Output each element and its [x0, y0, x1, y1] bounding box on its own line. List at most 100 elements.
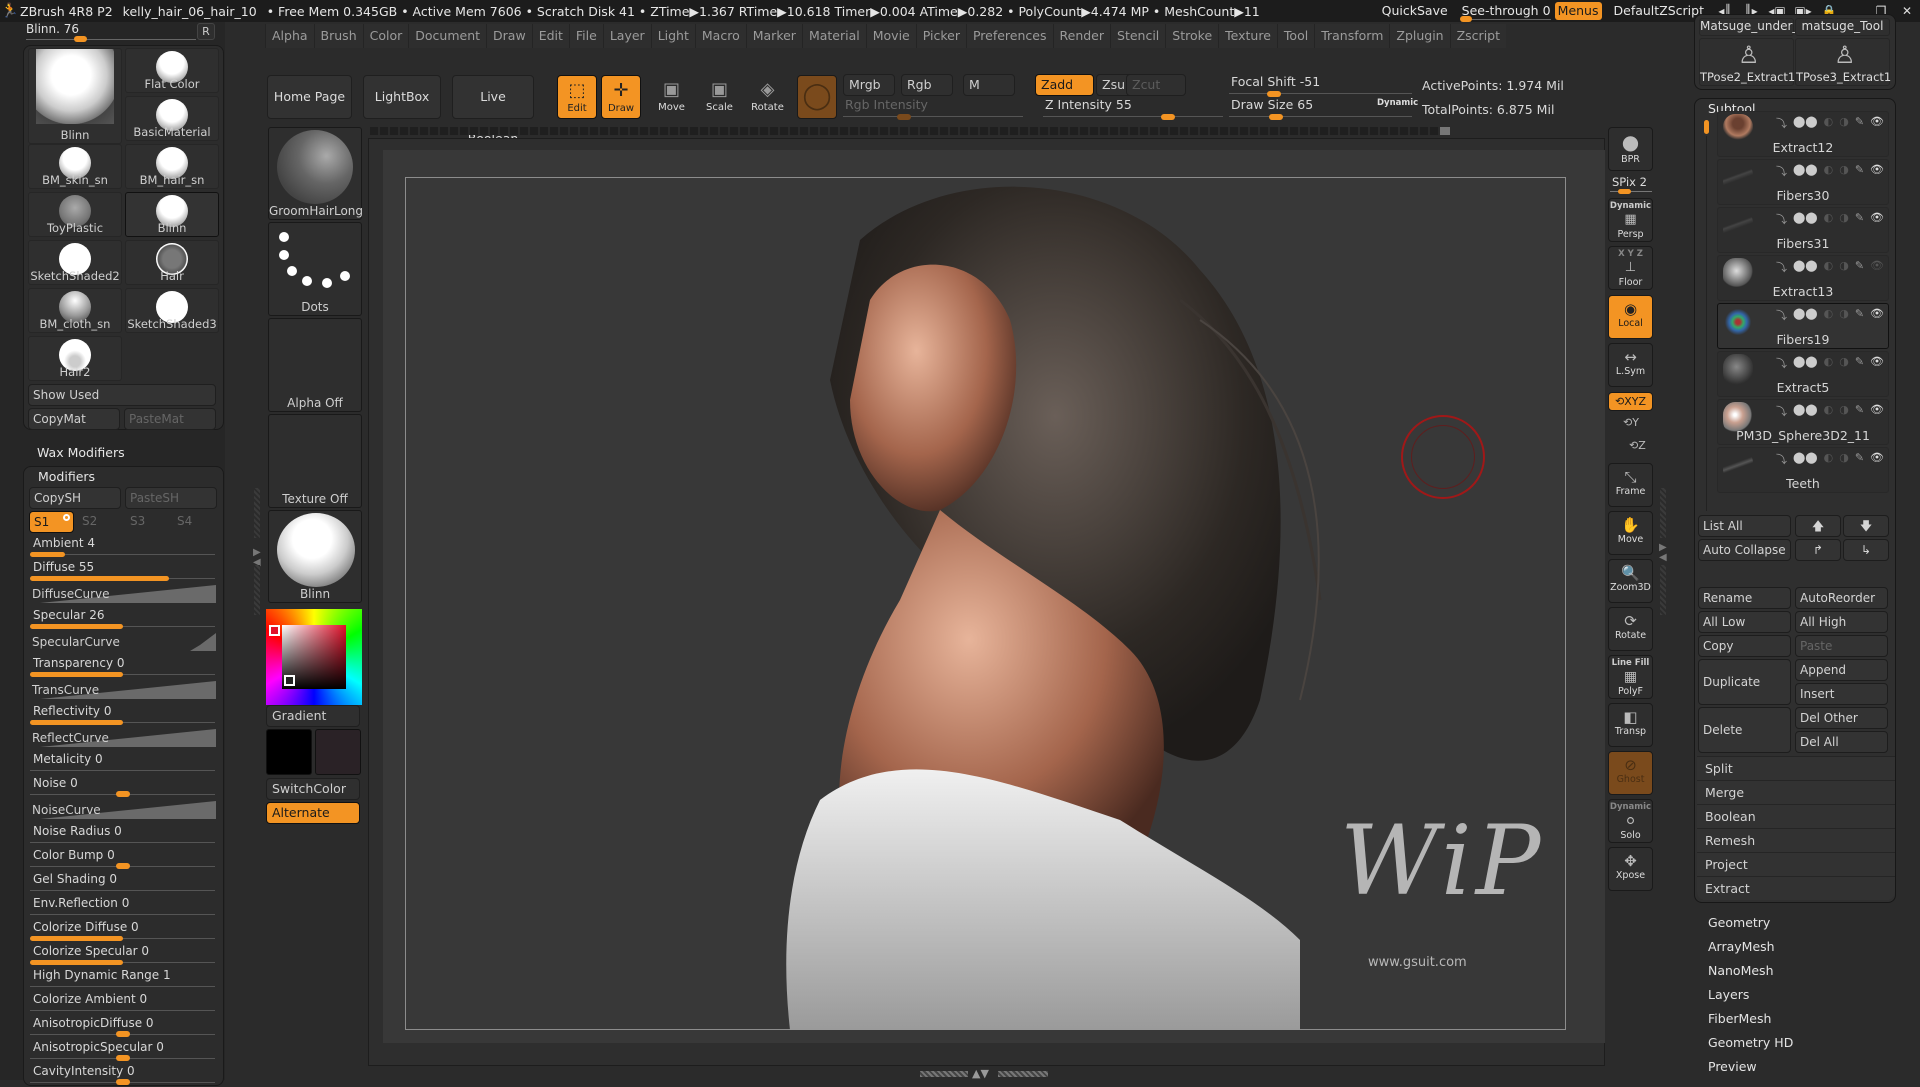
boolean-toggle-icon[interactable]: ◑ — [1839, 211, 1849, 227]
menu-light[interactable]: Light — [650, 24, 695, 48]
modifier-slider[interactable]: High Dynamic Range 1 — [30, 967, 215, 991]
shader-s2-button[interactable]: S2 — [78, 511, 123, 533]
material-tile[interactable]: SketchShaded3 — [125, 288, 219, 333]
subtool-item[interactable]: ⤵ ⬤⬤ ◐ ◑ ✎ 👁 Extract5 — [1717, 351, 1889, 397]
menu-picker[interactable]: Picker — [915, 24, 966, 48]
visibility-eye-icon[interactable]: 👁 — [1870, 211, 1884, 227]
del-all-button[interactable]: Del All — [1795, 731, 1888, 753]
menu-movie[interactable]: Movie — [865, 24, 916, 48]
brush-lock-icon[interactable]: ✎ — [1855, 451, 1864, 467]
curve-editor[interactable]: TransCurve — [30, 679, 216, 701]
extract-section[interactable]: Extract — [1697, 876, 1895, 900]
slider-fill[interactable] — [30, 576, 169, 581]
main-color-marker[interactable] — [269, 625, 280, 636]
boolean-toggle-icon[interactable]: ◑ — [1839, 115, 1849, 131]
visibility-eye-icon[interactable]: 👁 — [1870, 115, 1884, 131]
rotate-mode-button[interactable]: ◈ Rotate — [745, 75, 790, 119]
visibility-eye-icon[interactable]: 👁 — [1870, 355, 1884, 371]
brush-lock-icon[interactable]: ✎ — [1855, 115, 1864, 131]
modifier-slider[interactable]: Env.Reflection 0 — [30, 895, 215, 919]
modifier-slider[interactable]: AnisotropicDiffuse 0 — [30, 1015, 215, 1039]
layers-menu[interactable]: Layers — [1708, 987, 1749, 1002]
copy-mat-button[interactable]: CopyMat — [28, 408, 120, 430]
boolean-toggle-icon[interactable]: ◑ — [1839, 259, 1849, 275]
brush-lock-icon[interactable]: ✎ — [1855, 403, 1864, 419]
gyro-button[interactable]: ◯ — [797, 75, 837, 119]
copy-sh-button[interactable]: CopySH — [29, 487, 121, 509]
solo-button[interactable]: Dynamic ⚪ Solo — [1608, 799, 1653, 843]
folder-arrow-icon[interactable]: ⤵ — [1776, 307, 1787, 323]
polypaint-toggle-icon[interactable]: ⬤⬤ — [1793, 451, 1818, 467]
modifier-slider[interactable]: Gel Shading 0 — [30, 871, 215, 895]
material-toggle-icon[interactable]: ◐ — [1824, 307, 1834, 323]
brush-lock-icon[interactable]: ✎ — [1855, 307, 1864, 323]
left-tray-grip[interactable] — [254, 488, 260, 538]
mrgb-button[interactable]: Mrgb — [843, 74, 895, 96]
visibility-eye-icon[interactable]: 👁 — [1870, 451, 1884, 467]
tool-thumb[interactable]: ♙ TPose2_Extract1 — [1699, 38, 1795, 86]
rgb-intensity-slider[interactable]: Rgb Intensity — [843, 97, 1023, 121]
menu-render[interactable]: Render — [1052, 24, 1111, 48]
slider-knob[interactable] — [115, 1055, 130, 1061]
curve-editor[interactable]: SpecularCurve — [30, 631, 216, 653]
material-toggle-icon[interactable]: ◐ — [1824, 115, 1834, 131]
arraymesh-menu[interactable]: ArrayMesh — [1708, 939, 1775, 954]
timeline-scrollbar[interactable] — [370, 127, 1450, 135]
tool-thumb[interactable]: matsuge_Tool — [1795, 18, 1890, 36]
subtool-item[interactable]: ⤵ ⬤⬤ ◐ ◑ ✎ 👁 PM3D_Sphere3D2_11 — [1717, 399, 1889, 445]
restore-material-button[interactable]: R — [197, 23, 215, 40]
folder-arrow-icon[interactable]: ⤵ — [1776, 403, 1787, 419]
menu-stroke[interactable]: Stroke — [1165, 24, 1219, 48]
m-button[interactable]: M — [963, 74, 1015, 96]
modifier-slider[interactable]: Noise Radius 0 — [30, 823, 215, 847]
boolean-toggle-icon[interactable]: ◑ — [1839, 163, 1849, 179]
menu-layer[interactable]: Layer — [602, 24, 651, 48]
material-toggle-icon[interactable]: ◐ — [1824, 163, 1834, 179]
alpha-selector[interactable]: Alpha Off — [268, 318, 362, 412]
slider-fill[interactable] — [30, 624, 123, 629]
left-tray-grip-lower[interactable] — [254, 565, 260, 615]
lightbox-button[interactable]: LightBox — [363, 75, 441, 119]
wax-modifiers-header[interactable]: Wax Modifiers — [37, 445, 125, 460]
modifiers-header[interactable]: Modifiers — [38, 469, 95, 484]
boolean-toggle-icon[interactable]: ◑ — [1839, 451, 1849, 467]
move-view-button[interactable]: ✋ Move — [1608, 511, 1653, 555]
folder-arrow-icon[interactable]: ⤵ — [1776, 355, 1787, 371]
home-page-button[interactable]: Home Page — [267, 75, 352, 119]
subtool-item-selected[interactable]: ⤵ ⬤⬤ ◐ ◑ ✎ 👁 Fibers19 — [1717, 303, 1889, 349]
right-tray-toggle-icon[interactable]: ▶ ◀ — [1659, 543, 1667, 563]
material-toggle-icon[interactable]: ◐ — [1824, 403, 1834, 419]
menu-macro[interactable]: Macro — [694, 24, 746, 48]
copy-subtool-button[interactable]: Copy — [1698, 635, 1791, 657]
boolean-toggle-icon[interactable]: ◑ — [1839, 307, 1849, 323]
modifier-slider[interactable]: Transparency 0 — [30, 655, 215, 679]
brush-lock-icon[interactable]: ✎ — [1855, 163, 1864, 179]
brush-lock-icon[interactable]: ✎ — [1855, 211, 1864, 227]
scale-mode-button[interactable]: ▣ Scale — [697, 75, 742, 119]
subtool-item[interactable]: ⤵ ⬤⬤ ◐ ◑ ✎ 👁 Fibers31 — [1717, 207, 1889, 253]
modifier-slider[interactable]: Colorize Diffuse 0 — [30, 919, 215, 943]
bpr-render-button[interactable]: ● BPR — [1608, 127, 1653, 171]
menu-marker[interactable]: Marker — [745, 24, 802, 48]
modifier-slider[interactable]: Specular 26 — [30, 607, 215, 631]
slider-knob[interactable] — [115, 791, 130, 797]
rgb-intensity-knob[interactable] — [897, 114, 911, 120]
menu-edit[interactable]: Edit — [531, 24, 569, 48]
texture-selector[interactable]: Texture Off — [268, 414, 362, 508]
spix-knob[interactable] — [1618, 189, 1631, 194]
move-up-button[interactable]: 🡅 — [1795, 515, 1841, 537]
modifier-slider[interactable]: Colorize Ambient 0 — [30, 991, 215, 1015]
modifier-slider[interactable]: Metalicity 0 — [30, 751, 215, 775]
slider-fill[interactable] — [30, 672, 123, 677]
move-out-folder-button[interactable]: ↳ — [1843, 539, 1889, 561]
material-toggle-icon[interactable]: ◐ — [1824, 355, 1834, 371]
frame-button[interactable]: ⤡ Frame — [1608, 463, 1653, 507]
polypaint-toggle-icon[interactable]: ⬤⬤ — [1793, 115, 1818, 131]
gradient-button[interactable]: Gradient — [266, 705, 360, 727]
modifier-slider[interactable]: CavityIntensity 0 — [30, 1063, 215, 1087]
move-mode-button[interactable]: ▣ Move — [649, 75, 694, 119]
boolean-toggle-icon[interactable]: ◑ — [1839, 403, 1849, 419]
folder-arrow-icon[interactable]: ⤵ — [1776, 163, 1787, 179]
move-to-folder-button[interactable]: ↱ — [1795, 539, 1841, 561]
color-picker[interactable] — [266, 609, 362, 705]
